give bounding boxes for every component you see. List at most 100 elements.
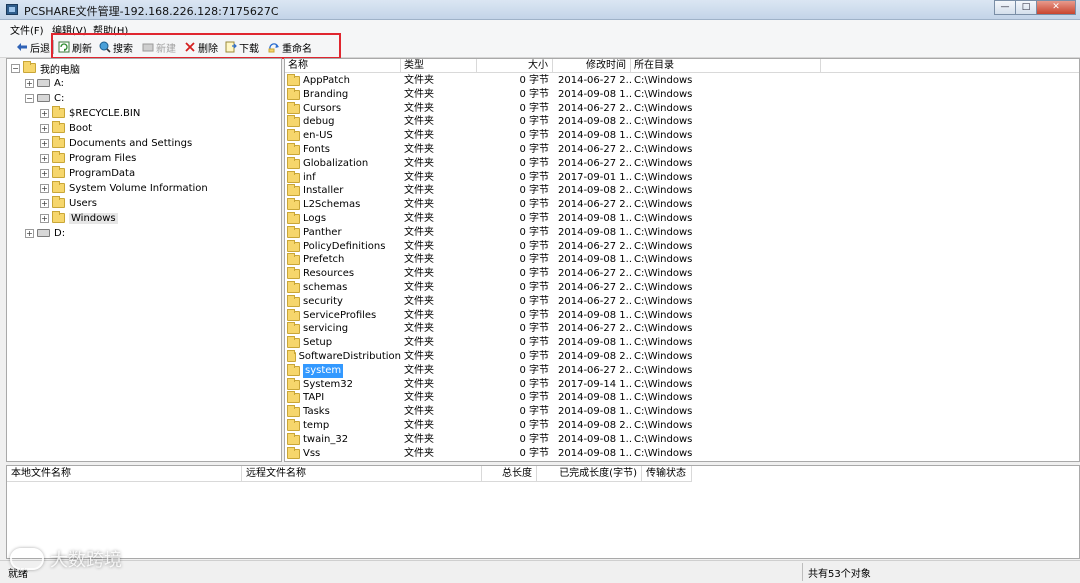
close-button[interactable]: ✕: [1036, 0, 1076, 15]
tree-folder[interactable]: + Documents and Settings: [40, 136, 192, 150]
column-header-size[interactable]: 大小: [477, 59, 553, 73]
transfer-header-status[interactable]: 传输状态: [642, 466, 692, 482]
table-row[interactable]: Panther 文件夹 0 字节 2014-09-08 1... C:\Windows: [285, 225, 1079, 240]
transfer-header-local-name[interactable]: 本地文件名称: [7, 466, 242, 482]
folder-icon: [287, 267, 300, 280]
folder-icon: [287, 281, 300, 293]
expand-icon[interactable]: +: [40, 198, 49, 208]
table-row[interactable]: Setup 文件夹 0 字节 2014-09-08 1... C:\Windows: [285, 336, 1079, 350]
table-row[interactable]: Prefetch 文件夹 0 字节 2014-09-08 1... C:\Windows: [285, 253, 1079, 267]
cell-directory: C:\Windows: [634, 406, 693, 418]
table-row[interactable]: Installer 文件夹 0 字节 2014-09-08 2... C:\Window…: [285, 184, 1079, 198]
file-name: System32: [303, 378, 354, 390]
cell-size: 0 字节: [519, 337, 549, 349]
table-row[interactable]: L2Schemas 文件夹 0 字节 2014-06-27 2... C:\Window…: [285, 198, 1079, 212]
tree-root[interactable]: − 我的电脑: [11, 61, 80, 76]
expand-icon[interactable]: +: [40, 168, 49, 178]
cell-modified: 2014-09-08 2...: [558, 185, 633, 197]
menu-file[interactable]: 文件(F): [10, 22, 44, 37]
tree-drive-c[interactable]: − C:: [25, 91, 64, 105]
table-row[interactable]: Cursors 文件夹 0 字节 2014-06-27 2... C:\Windows: [285, 101, 1079, 116]
back-button[interactable]: 后退: [16, 39, 50, 55]
table-row[interactable]: SoftwareDistribution 文件夹 0 字节 2014-09-08 2.…: [285, 350, 1079, 364]
folder-icon: [287, 184, 300, 197]
transfer-header-total-length[interactable]: 总长度: [482, 466, 537, 482]
maximize-button[interactable]: □: [1015, 0, 1037, 15]
cell-type: 文件夹: [404, 171, 434, 183]
cell-name: AppPatch: [285, 74, 401, 88]
column-header-directory[interactable]: 所在目录: [631, 59, 821, 73]
cell-directory: C:\Windows: [634, 157, 693, 169]
table-row[interactable]: temp 文件夹 0 字节 2014-09-08 2... C:\Windows: [285, 419, 1079, 433]
transfer-header-completed[interactable]: 已完成长度(字节): [537, 466, 642, 482]
table-row[interactable]: Tasks 文件夹 0 字节 2014-09-08 1... C:\Windows: [285, 405, 1079, 419]
expand-icon[interactable]: +: [40, 153, 49, 163]
file-list-pane[interactable]: 名称 类型 大小 修改时间 所在目录 AppPatch 文件夹 0 字节 2014-0…: [284, 58, 1080, 462]
expand-icon[interactable]: +: [40, 138, 49, 148]
column-header-name[interactable]: 名称: [285, 59, 401, 73]
table-row[interactable]: inf 文件夹 0 字节 2017-09-01 1... C:\Windows: [285, 170, 1079, 185]
table-row[interactable]: Fonts 文件夹 0 字节 2014-06-27 2... C:\Windows: [285, 143, 1079, 157]
table-row[interactable]: Vss 文件夹 0 字节 2014-09-08 1... C:\Windows: [285, 446, 1079, 461]
table-row[interactable]: AppPatch 文件夹 0 字节 2014-06-27 2... C:\Windows: [285, 74, 1079, 88]
table-row[interactable]: system 文件夹 0 字节 2014-06-27 2... C:\Windows: [285, 363, 1079, 378]
tree-folder[interactable]: + $RECYCLE.BIN: [40, 106, 140, 120]
folder-tree-pane[interactable]: − 我的电脑 + A: − C: + $RECYCLE.BIN + Boot +…: [6, 58, 282, 462]
tree-folder[interactable]: + Program Files: [40, 151, 136, 165]
cell-type: 文件夹: [404, 447, 434, 459]
table-row[interactable]: Resources 文件夹 0 字节 2014-06-27 2... C:\Window…: [285, 267, 1079, 281]
column-header-type[interactable]: 类型: [401, 59, 477, 73]
collapse-icon[interactable]: −: [11, 63, 20, 73]
expand-icon[interactable]: +: [25, 78, 34, 88]
cell-name: schemas: [285, 281, 401, 295]
expand-icon[interactable]: +: [40, 213, 49, 223]
tree-folder[interactable]: + System Volume Information: [40, 181, 208, 195]
table-row[interactable]: System32 文件夹 0 字节 2017-09-14 1... C:\Windows: [285, 377, 1079, 392]
folder-icon: [287, 156, 300, 169]
table-row[interactable]: Branding 文件夹 0 字节 2014-09-08 1... C:\Windows: [285, 87, 1079, 102]
folder-icon: [287, 198, 300, 211]
table-row[interactable]: debug 文件夹 0 字节 2014-09-08 2... C:\Windows: [285, 115, 1079, 129]
table-row[interactable]: ServiceProfiles 文件夹 0 字节 2014-09-08 1... C:\…: [285, 308, 1079, 323]
cell-modified: 2014-09-08 1...: [558, 337, 633, 349]
cell-directory: C:\Windows: [634, 240, 693, 252]
cell-name: Setup: [285, 336, 401, 350]
title-bar: PCSHARE文件管理-192.168.226.128:7175627C — □…: [0, 0, 1080, 20]
tree-root-label: 我的电脑: [40, 64, 80, 76]
tree-folder[interactable]: + ProgramData: [40, 166, 135, 180]
collapse-icon[interactable]: −: [25, 93, 34, 103]
expand-icon[interactable]: +: [40, 108, 49, 118]
table-row[interactable]: schemas 文件夹 0 字节 2014-06-27 2... C:\Windows: [285, 281, 1079, 295]
column-header-modified[interactable]: 修改时间: [553, 59, 631, 73]
table-row[interactable]: servicing 文件夹 0 字节 2014-06-27 2... C:\Window…: [285, 322, 1079, 336]
table-row[interactable]: PolicyDefinitions 文件夹 0 字节 2014-06-27 2... C…: [285, 239, 1079, 254]
cell-directory: C:\Windows: [634, 351, 693, 362]
table-row[interactable]: security 文件夹 0 字节 2014-06-27 2... C:\Windows: [285, 294, 1079, 309]
tree-folder[interactable]: + Boot: [40, 121, 92, 135]
cell-directory: C:\Windows: [634, 282, 693, 293]
transfer-header-remote-name[interactable]: 远程文件名称: [242, 466, 482, 482]
drive-icon: [37, 79, 50, 87]
cell-modified: 2017-09-01 1...: [558, 171, 633, 183]
tree-drive-a[interactable]: + A:: [25, 76, 64, 90]
cell-modified: 2014-09-08 1...: [558, 88, 633, 100]
table-row[interactable]: TAPI 文件夹 0 字节 2014-09-08 1... C:\Windows: [285, 391, 1079, 405]
expand-icon[interactable]: +: [25, 228, 34, 238]
table-row[interactable]: twain_32 文件夹 0 字节 2014-09-08 1... C:\Windows: [285, 432, 1079, 447]
cell-size: 0 字节: [519, 378, 549, 390]
tree-folder[interactable]: + Users: [40, 196, 97, 210]
expand-icon[interactable]: +: [40, 183, 49, 193]
tree-drive-d[interactable]: + D:: [25, 226, 65, 240]
cell-size: 0 字节: [519, 185, 549, 197]
watermark: 大数跨境: [10, 546, 122, 572]
file-name: servicing: [303, 323, 349, 335]
cell-type: 文件夹: [404, 88, 434, 100]
minimize-button[interactable]: —: [994, 0, 1016, 15]
table-row[interactable]: en-US 文件夹 0 字节 2014-09-08 1... C:\Windows: [285, 129, 1079, 143]
table-row[interactable]: Logs 文件夹 0 字节 2014-09-08 1... C:\Windows: [285, 212, 1079, 226]
table-row[interactable]: Globalization 文件夹 0 字节 2014-06-27 2... C:\Wi…: [285, 156, 1079, 171]
expand-icon[interactable]: +: [40, 123, 49, 133]
tree-folder-selected[interactable]: + Windows: [40, 211, 118, 225]
transfer-pane[interactable]: 本地文件名称 远程文件名称 总长度 已完成长度(字节) 传输状态: [6, 465, 1080, 559]
cell-type: 文件夹: [404, 420, 434, 431]
